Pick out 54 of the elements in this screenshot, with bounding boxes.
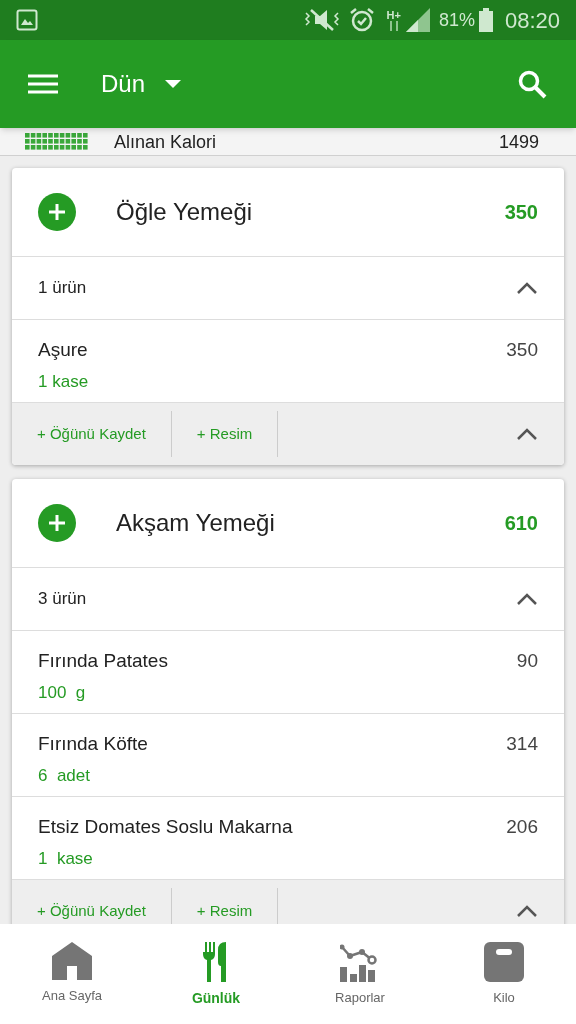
item-count: 1 ürün <box>38 277 87 300</box>
food-name: Fırında Köfte <box>38 732 148 756</box>
nav-tab[interactable]: Günlük <box>144 924 288 1024</box>
nav-tab[interactable]: Ana Sayfa <box>0 924 144 1024</box>
date-label: Dün <box>101 69 146 99</box>
food-calories: 350 <box>506 338 538 362</box>
collapse-icon[interactable] <box>516 904 538 918</box>
meal-title: Öğle Yemeği <box>116 197 253 227</box>
data-arrows-icon <box>388 21 399 31</box>
nav-tab[interactable]: Raporlar <box>288 924 432 1024</box>
image-icon <box>16 9 38 31</box>
signal-icon <box>404 7 431 33</box>
action-button[interactable]: + Resim <box>171 411 279 457</box>
home-icon <box>52 942 92 980</box>
food-row[interactable]: Fırında Köfte 6 adet 314 <box>12 714 564 797</box>
caret-icon <box>165 80 182 88</box>
date-dropdown[interactable]: Dün <box>101 66 182 102</box>
food-calories: 90 <box>516 649 538 673</box>
collapse-icon[interactable] <box>516 427 538 441</box>
battery-icon <box>478 8 493 32</box>
collapse-icon[interactable] <box>516 592 538 606</box>
mute-icon <box>302 7 341 33</box>
plus-icon <box>49 515 65 531</box>
meal-calories: 350 <box>504 200 538 225</box>
food-calories: 206 <box>506 815 538 839</box>
action-button[interactable]: + Öğünü Kaydet <box>12 411 172 457</box>
item-count: 3 ürün <box>38 588 87 611</box>
food-amount: 1 kase <box>38 370 89 393</box>
network-type: H+ <box>386 9 401 21</box>
food-name: Aşure <box>38 338 89 362</box>
meal-title: Akşam Yemeği <box>116 508 275 538</box>
battery-percent: 81% <box>438 8 475 32</box>
food-amount: 6 adet <box>38 764 91 787</box>
collapse-icon[interactable] <box>516 281 538 295</box>
food-row[interactable]: Fırında Patates 100 g 90 <box>12 631 564 714</box>
grid-icon <box>25 132 89 151</box>
chart-icon <box>340 942 380 982</box>
meal-calories: 610 <box>504 511 538 536</box>
alarm-icon <box>348 7 375 33</box>
summary-value: 1499 <box>498 130 539 153</box>
scale-icon <box>484 942 524 982</box>
menu-icon <box>28 74 58 94</box>
food-name: Fırında Patates <box>38 649 168 673</box>
plus-icon <box>49 204 65 220</box>
summary-label: Alınan Kalori <box>114 130 217 153</box>
add-food-button[interactable] <box>38 193 76 231</box>
food-name: Etsiz Domates Soslu Makarna <box>38 815 293 839</box>
search-icon <box>517 69 547 99</box>
food-calories: 314 <box>506 732 538 756</box>
clock: 08:20 <box>504 6 560 35</box>
food-amount: 100 g <box>38 681 87 704</box>
add-food-button[interactable] <box>38 504 76 542</box>
nav-tab[interactable]: Kilo <box>432 924 576 1024</box>
food-amount: 1 kase <box>38 847 94 870</box>
